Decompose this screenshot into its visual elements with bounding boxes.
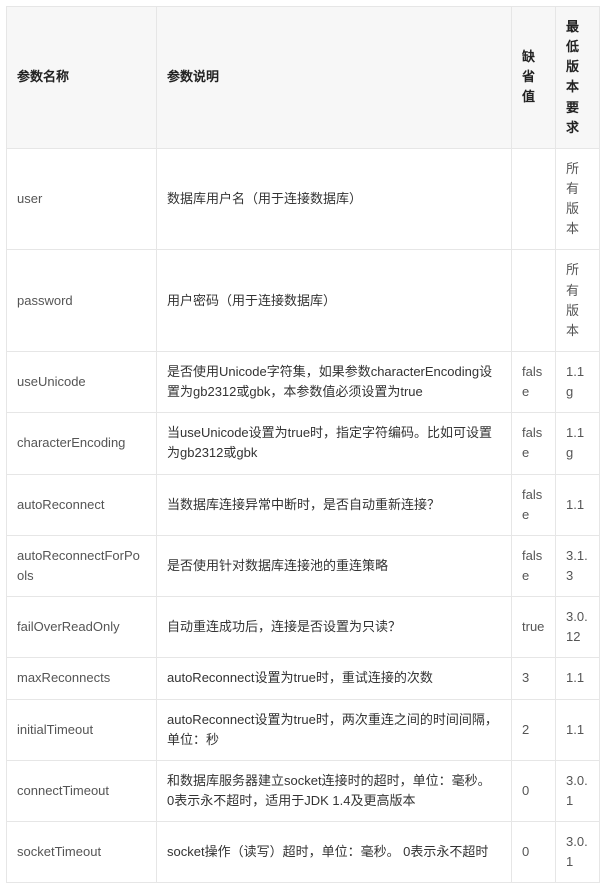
cell-minversion: 3.0.1 bbox=[556, 822, 600, 883]
cell-desc: 数据库用户名（用于连接数据库） bbox=[157, 148, 512, 250]
cell-name: socketTimeout bbox=[7, 822, 157, 883]
table-row: initialTimeoutautoReconnect设置为true时，两次重连… bbox=[7, 699, 600, 760]
cell-desc: 自动重连成功后，连接是否设置为只读？ bbox=[157, 597, 512, 658]
table-row: password用户密码（用于连接数据库） 所有版本 bbox=[7, 250, 600, 352]
cell-minversion: 1.1g bbox=[556, 413, 600, 474]
cell-default: false bbox=[512, 413, 556, 474]
parameter-table: 参数名称 参数说明 缺省值 最低版本要求 user数据库用户名（用于连接数据库）… bbox=[6, 6, 600, 883]
cell-minversion: 1.1 bbox=[556, 474, 600, 535]
cell-minversion: 3.0.12 bbox=[556, 597, 600, 658]
cell-name: initialTimeout bbox=[7, 699, 157, 760]
cell-default bbox=[512, 148, 556, 250]
cell-desc: autoReconnect设置为true时，两次重连之间的时间间隔，单位：秒 bbox=[157, 699, 512, 760]
cell-desc: 当useUnicode设置为true时，指定字符编码。比如可设置为gb2312或… bbox=[157, 413, 512, 474]
table-row: autoReconnect当数据库连接异常中断时，是否自动重新连接？false1… bbox=[7, 474, 600, 535]
cell-desc: socket操作（读写）超时，单位：毫秒。 0表示永不超时 bbox=[157, 822, 512, 883]
table-row: connectTimeout和数据库服务器建立socket连接时的超时，单位：毫… bbox=[7, 760, 600, 821]
cell-name: connectTimeout bbox=[7, 760, 157, 821]
cell-name: autoReconnectForPools bbox=[7, 535, 157, 596]
cell-minversion: 1.1 bbox=[556, 658, 600, 699]
table-row: useUnicode是否使用Unicode字符集，如果参数characterEn… bbox=[7, 351, 600, 412]
cell-minversion: 所有版本 bbox=[556, 250, 600, 352]
cell-desc: 是否使用针对数据库连接池的重连策略 bbox=[157, 535, 512, 596]
cell-minversion: 所有版本 bbox=[556, 148, 600, 250]
cell-default: false bbox=[512, 474, 556, 535]
cell-desc: 和数据库服务器建立socket连接时的超时，单位：毫秒。 0表示永不超时，适用于… bbox=[157, 760, 512, 821]
cell-default: false bbox=[512, 351, 556, 412]
cell-desc: 当数据库连接异常中断时，是否自动重新连接？ bbox=[157, 474, 512, 535]
cell-default: 3 bbox=[512, 658, 556, 699]
cell-name: failOverReadOnly bbox=[7, 597, 157, 658]
header-default: 缺省值 bbox=[512, 7, 556, 149]
cell-name: maxReconnects bbox=[7, 658, 157, 699]
header-desc: 参数说明 bbox=[157, 7, 512, 149]
cell-minversion: 1.1g bbox=[556, 351, 600, 412]
cell-name: characterEncoding bbox=[7, 413, 157, 474]
table-header: 参数名称 参数说明 缺省值 最低版本要求 bbox=[7, 7, 600, 149]
table-body: user数据库用户名（用于连接数据库）所有版本password用户密码（用于连接… bbox=[7, 148, 600, 883]
cell-default: true bbox=[512, 597, 556, 658]
table-row: user数据库用户名（用于连接数据库） 所有版本 bbox=[7, 148, 600, 250]
cell-minversion: 1.1 bbox=[556, 699, 600, 760]
cell-default: 0 bbox=[512, 760, 556, 821]
cell-name: password bbox=[7, 250, 157, 352]
cell-default: false bbox=[512, 535, 556, 596]
cell-name: user bbox=[7, 148, 157, 250]
cell-minversion: 3.1.3 bbox=[556, 535, 600, 596]
table-row: autoReconnectForPools是否使用针对数据库连接池的重连策略fa… bbox=[7, 535, 600, 596]
cell-default: 2 bbox=[512, 699, 556, 760]
cell-default: 0 bbox=[512, 822, 556, 883]
table-row: maxReconnectsautoReconnect设置为true时，重试连接的… bbox=[7, 658, 600, 699]
cell-desc: 是否使用Unicode字符集，如果参数characterEncoding设置为g… bbox=[157, 351, 512, 412]
header-minversion: 最低版本要求 bbox=[556, 7, 600, 149]
cell-minversion: 3.0.1 bbox=[556, 760, 600, 821]
cell-name: useUnicode bbox=[7, 351, 157, 412]
cell-desc: autoReconnect设置为true时，重试连接的次数 bbox=[157, 658, 512, 699]
cell-default bbox=[512, 250, 556, 352]
cell-name: autoReconnect bbox=[7, 474, 157, 535]
table-row: failOverReadOnly自动重连成功后，连接是否设置为只读？true3.… bbox=[7, 597, 600, 658]
cell-desc: 用户密码（用于连接数据库） bbox=[157, 250, 512, 352]
table-row: characterEncoding当useUnicode设置为true时，指定字… bbox=[7, 413, 600, 474]
header-name: 参数名称 bbox=[7, 7, 157, 149]
table-row: socketTimeoutsocket操作（读写）超时，单位：毫秒。 0表示永不… bbox=[7, 822, 600, 883]
